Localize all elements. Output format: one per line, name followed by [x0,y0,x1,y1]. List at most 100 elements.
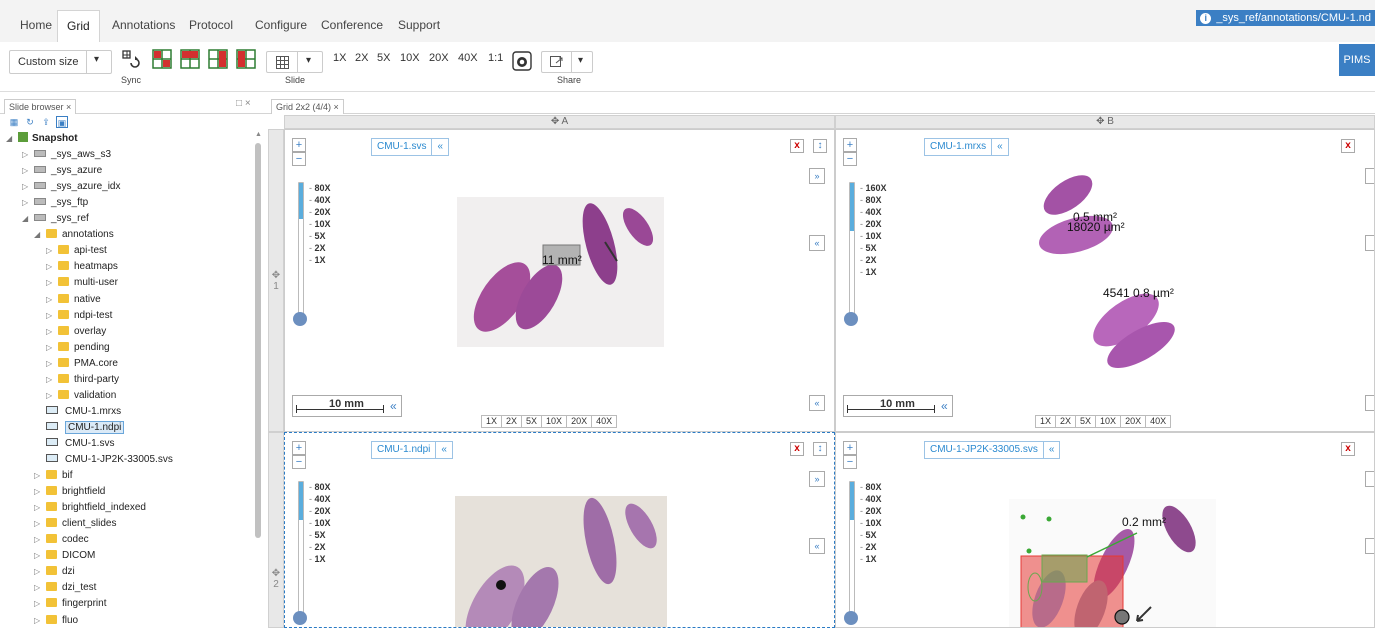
collapsed-arrow-icon[interactable]: ▷ [46,308,56,324]
zoom-tick[interactable]: 20X [309,505,331,517]
zoom-strip-1x[interactable]: 1X [1036,416,1057,427]
zoom-strip-1x[interactable]: 1X [482,416,503,427]
collapsed-arrow-icon[interactable]: ▷ [46,259,56,275]
slide-name-label[interactable]: CMU-1-JP2K-33005.svs « [924,441,1061,459]
zoom-strip-10x[interactable]: 10X [1096,416,1122,427]
slide-image[interactable] [1009,499,1216,628]
zoom-tick[interactable]: 5X [309,529,331,541]
zoom-tick[interactable]: 20X [860,505,882,517]
collapsed-arrow-icon[interactable]: ▷ [22,179,32,195]
collapsed-arrow-icon[interactable]: ▷ [34,564,44,580]
tree-item[interactable]: ▷ api-test [46,243,107,259]
tree-item[interactable]: CMU-1.mrxs [46,404,121,420]
zoom-strip-20x[interactable]: 20X [1121,416,1147,427]
zoom-strip-2x[interactable]: 2X [1056,416,1077,427]
collapsed-arrow-icon[interactable]: ▷ [34,532,44,548]
scroll-thumb[interactable] [255,143,261,538]
scroll-up-icon[interactable]: ▲ [255,131,262,138]
tree-item[interactable]: ▷ _sys_ftp [22,195,88,211]
zoom-slider-track[interactable] [849,182,855,316]
zoom-tick[interactable]: 80X [309,182,331,194]
zoom-tick[interactable]: 2X [309,242,331,254]
tab-support[interactable]: Support [389,10,449,42]
zoom-slider-knob[interactable] [844,312,858,326]
tree-item[interactable]: ▷ fingerprint [34,596,106,612]
area-measurement[interactable]: 0.2 mm² [1122,515,1166,529]
tree-item[interactable]: ▷ native [46,292,101,308]
fullheight-button[interactable]: ↕ [813,139,827,153]
zoom-tick[interactable]: 10X [309,517,331,529]
slide-name-label[interactable]: CMU-1.svs « [371,138,450,156]
tree-item[interactable]: CMU-1.ndpi [46,420,125,436]
row-header-2[interactable]: ✥ 2 [268,432,284,628]
zoom-strip-40x[interactable]: 40X [592,416,616,427]
expanded-arrow-icon[interactable]: ◢ [22,211,32,227]
tree-item[interactable]: ▷ overlay [46,324,106,340]
zoom-tick[interactable]: 40X [860,493,882,505]
collapsed-arrow-icon[interactable]: ▷ [46,340,56,356]
collapsed-arrow-icon[interactable]: ▷ [34,580,44,596]
tree-item[interactable]: ◢ Snapshot [6,131,78,147]
zoom-slider-knob[interactable] [293,611,307,625]
zoom-tick[interactable]: 2X [860,254,887,266]
close-viewer-button[interactable]: x [1341,139,1355,153]
expand-right-icon[interactable] [1365,168,1374,184]
layout-3-icon[interactable] [208,49,228,69]
collapsed-arrow-icon[interactable]: ▷ [34,500,44,516]
grid-view-icon[interactable]: ▦ [8,116,20,128]
collapsed-arrow-icon[interactable]: ▷ [22,195,32,211]
zoom-tick[interactable]: 80X [860,481,882,493]
scale-bar[interactable]: 10 mm « [292,395,402,417]
tree-item[interactable]: ▷ brightfield_indexed [34,500,146,516]
zoom-10x[interactable]: 10X [400,52,420,64]
zoom-1x[interactable]: 1X [333,52,346,64]
slide-dropdown[interactable]: ▾ [266,51,323,73]
tree-item[interactable]: ▷ _sys_azure_idx [22,179,120,195]
collapse-panel-icon[interactable] [1365,395,1374,411]
zoom-strip-20x[interactable]: 20X [567,416,593,427]
tab-grid[interactable]: Grid [57,10,100,42]
collapse-panel-icon[interactable] [1365,235,1374,251]
zoom-40x[interactable]: 40X [458,52,478,64]
collapsed-arrow-icon[interactable]: ▷ [46,372,56,388]
close-viewer-button[interactable]: x [790,442,804,456]
collapse-icon[interactable]: « [941,399,948,413]
collapse-icon[interactable]: « [1042,442,1054,458]
tree-item[interactable]: ▷ third-party [46,372,119,388]
zoom-slider-track[interactable] [849,481,855,615]
thumbnail-view-icon[interactable]: ▣ [56,116,68,128]
tree-item[interactable]: ▷ fluo [34,613,78,628]
collapsed-arrow-icon[interactable]: ▷ [34,596,44,612]
zoom-in-button[interactable]: + [843,441,857,455]
tab-protocol[interactable]: Protocol [180,10,242,42]
zoom-tick[interactable]: 40X [309,493,331,505]
share-dropdown[interactable]: ▾ [541,51,593,73]
tree-item[interactable]: ◢ annotations [34,227,114,243]
refresh-icon[interactable]: ↻ [24,116,36,128]
upload-icon[interactable]: ⇪ [40,116,52,128]
tree-item[interactable]: ◢ _sys_ref [22,211,89,227]
zoom-tick[interactable]: 5X [309,230,331,242]
zoom-tick[interactable]: 1X [860,266,887,278]
zoom-20x[interactable]: 20X [429,52,449,64]
tree-item[interactable]: ▷ validation [46,388,116,404]
slide-image[interactable] [455,496,667,628]
zoom-strip-5x[interactable]: 5X [1076,416,1097,427]
zoom-slider-track[interactable] [298,182,304,316]
tree-item[interactable]: ▷ PMA.core [46,356,118,372]
slide-image[interactable] [457,197,664,347]
tree-item[interactable]: ▷ ndpi-test [46,308,112,324]
column-header-b[interactable]: ✥ B [835,115,1375,129]
zoom-out-button[interactable]: − [292,152,306,166]
expand-right-icon[interactable]: » [809,471,825,487]
collapsed-arrow-icon[interactable]: ▷ [46,388,56,404]
sync-icon[interactable] [121,49,141,69]
zoom-tick[interactable]: 5X [860,529,882,541]
zoom-strip-2x[interactable]: 2X [502,416,523,427]
collapse-panel-icon[interactable] [1365,538,1374,554]
zoom-tick[interactable]: 2X [309,541,331,553]
collapsed-arrow-icon[interactable]: ▷ [46,324,56,340]
zoom-tick[interactable]: 160X [860,182,887,194]
collapse-icon[interactable]: « [431,139,443,155]
tab-configure[interactable]: Configure [246,10,316,42]
